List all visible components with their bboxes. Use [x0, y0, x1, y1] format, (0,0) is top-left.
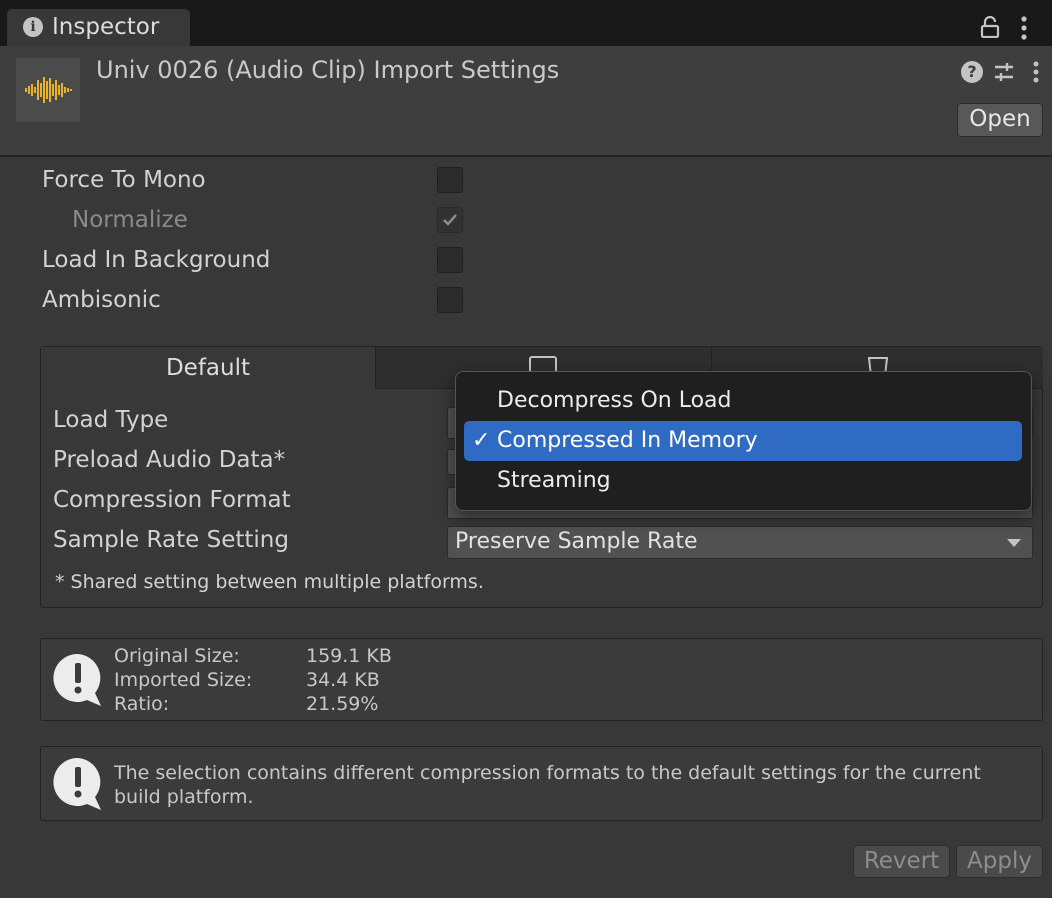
checkmark-icon — [443, 214, 457, 226]
menu-item-label: Streaming — [497, 468, 611, 493]
force-to-mono-checkbox[interactable] — [437, 167, 463, 193]
imported-size-label: Imported Size: — [114, 669, 253, 691]
menu-item-label: Compressed In Memory — [497, 428, 758, 453]
sample-rate-value: Preserve Sample Rate — [455, 529, 698, 554]
help-icon[interactable]: ? — [961, 61, 983, 83]
tab-title: Inspector — [52, 14, 160, 40]
lock-icon[interactable] — [980, 16, 1000, 38]
import-stats-box: Original Size: 159.1 KB Imported Size: 3… — [40, 638, 1043, 721]
ambisonic-checkbox[interactable] — [437, 287, 463, 313]
asset-header: Univ 0026 (Audio Clip) Import Settings ?… — [0, 46, 1052, 157]
open-button[interactable]: Open — [957, 103, 1043, 137]
load-type-menu: Decompress On Load ✓ Compressed In Memor… — [455, 371, 1032, 511]
chevron-down-icon — [1007, 539, 1021, 547]
audio-waveform-icon — [16, 58, 80, 122]
load-type-label: Load Type — [53, 407, 169, 433]
ratio-value: 21.59% — [306, 693, 379, 715]
sample-rate-setting-dropdown[interactable]: Preserve Sample Rate — [447, 526, 1033, 559]
info-bubble-icon — [53, 653, 101, 706]
sample-rate-setting-label: Sample Rate Setting — [53, 527, 289, 553]
checkmark-icon: ✓ — [472, 428, 491, 453]
apply-button[interactable]: Apply — [956, 845, 1043, 878]
menu-item-decompress-on-load[interactable]: Decompress On Load — [464, 381, 1022, 421]
original-size-label: Original Size: — [114, 645, 240, 667]
info-icon: i — [23, 17, 43, 37]
original-size-value: 159.1 KB — [306, 645, 392, 667]
load-in-background-label: Load In Background — [42, 247, 271, 273]
compression-format-label: Compression Format — [53, 487, 291, 513]
compression-warning-box: The selection contains different compres… — [40, 746, 1043, 821]
presets-sliders-icon[interactable] — [992, 60, 1016, 84]
menu-item-compressed-in-memory[interactable]: ✓ Compressed In Memory — [464, 421, 1022, 461]
shared-setting-note: * Shared setting between multiple platfo… — [55, 571, 484, 593]
preload-audio-data-label: Preload Audio Data* — [53, 447, 286, 473]
ambisonic-label: Ambisonic — [42, 287, 161, 313]
header-more-icon[interactable] — [1026, 60, 1046, 84]
revert-button[interactable]: Revert — [853, 845, 950, 878]
import-settings-title: Univ 0026 (Audio Clip) Import Settings — [96, 56, 560, 84]
normalize-label: Normalize — [72, 207, 188, 233]
menu-item-label: Decompress On Load — [497, 388, 732, 413]
load-in-background-checkbox[interactable] — [437, 247, 463, 273]
normalize-checkbox[interactable] — [437, 207, 463, 233]
warning-bubble-icon — [53, 757, 101, 810]
menu-item-streaming[interactable]: Streaming — [464, 461, 1022, 501]
inspector-tab[interactable]: i Inspector — [7, 9, 190, 46]
force-to-mono-label: Force To Mono — [42, 167, 206, 193]
tab-default[interactable]: Default — [41, 347, 375, 389]
imported-size-value: 34.4 KB — [306, 669, 380, 691]
ratio-label: Ratio: — [114, 693, 170, 715]
more-options-icon[interactable] — [1014, 15, 1034, 41]
warning-text: The selection contains different compres… — [114, 762, 981, 808]
